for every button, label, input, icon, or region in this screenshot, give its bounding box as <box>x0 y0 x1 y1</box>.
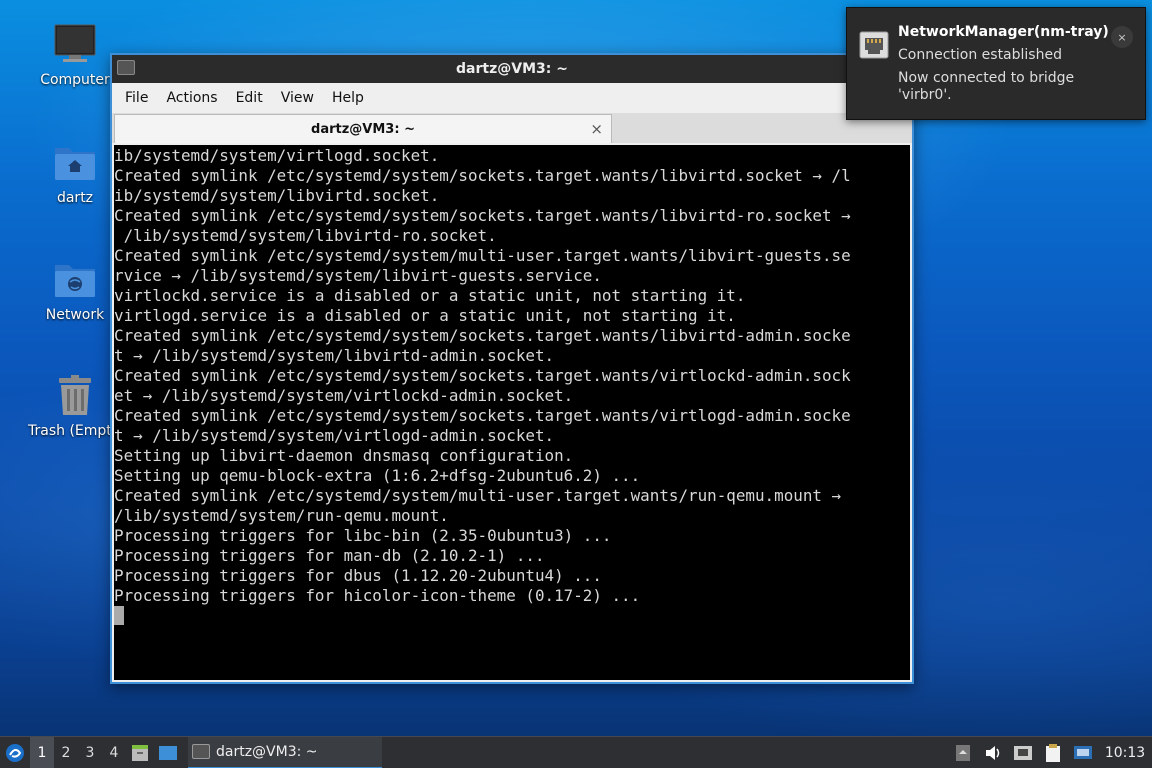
menu-bar: File Actions Edit View Help <box>112 83 912 113</box>
notification-body: Now connected to bridge 'virbr0'. <box>898 70 1075 103</box>
taskbar: 1 2 3 4 dartz@VM3: ~ 10:13 <box>0 736 1152 768</box>
notification-close-button[interactable]: × <box>1111 26 1133 48</box>
tray-expand-icon[interactable] <box>948 737 978 768</box>
terminal-prompt-line[interactable] <box>114 606 910 626</box>
terminal-window[interactable]: dartz@VM3: ~ File Actions Edit View Help… <box>110 53 914 684</box>
desktop-icon <box>159 745 177 760</box>
system-tray: 10:13 <box>948 737 1152 768</box>
terminal-cursor <box>114 606 124 625</box>
terminal-line: Created symlink /etc/systemd/system/mult… <box>114 486 842 505</box>
workspace-1[interactable]: 1 <box>30 736 54 768</box>
terminal-line: et → /lib/systemd/system/virtlockd-admin… <box>114 386 574 405</box>
tab-label: dartz@VM3: ~ <box>311 121 415 137</box>
terminal-line: /lib/systemd/system/libvirtd-ro.socket. <box>114 226 497 245</box>
terminal-line: Created symlink /etc/systemd/system/mult… <box>114 246 851 265</box>
terminal-line: t → /lib/systemd/system/virtlogd-admin.s… <box>114 426 555 445</box>
updates-notifier-icon[interactable] <box>1068 737 1098 768</box>
terminal-line: virtlogd.service is a disabled or a stat… <box>114 306 736 325</box>
terminal-line: Created symlink /etc/systemd/system/sock… <box>114 166 851 185</box>
menu-actions[interactable]: Actions <box>157 90 226 106</box>
terminal-line: Created symlink /etc/systemd/system/sock… <box>114 366 851 385</box>
workspace-4[interactable]: 4 <box>102 737 126 768</box>
tab-close-icon[interactable]: × <box>590 120 603 138</box>
clock[interactable]: 10:13 <box>1098 745 1152 761</box>
terminal-line: Processing triggers for man-db (2.10.2-1… <box>114 546 545 565</box>
window-titlebar[interactable]: dartz@VM3: ~ <box>112 55 912 83</box>
computer-monitor-icon <box>53 22 97 66</box>
terminal-output[interactable]: ib/systemd/system/virtlogd.socket. Create… <box>114 145 910 680</box>
terminal-line: ib/systemd/system/virtlogd.socket. <box>114 146 440 165</box>
workspace-2[interactable]: 2 <box>54 737 78 768</box>
network-wired-icon <box>859 30 889 62</box>
tab-bar: dartz@VM3: ~ × <box>112 113 912 143</box>
terminal-app-icon <box>117 60 135 75</box>
notification-summary: Connection established <box>898 47 1062 63</box>
workspace-3[interactable]: 3 <box>78 737 102 768</box>
terminal-line: ib/systemd/system/libvirtd.socket. <box>114 186 440 205</box>
volume-icon[interactable] <box>978 737 1008 768</box>
taskbar-task-terminal[interactable]: dartz@VM3: ~ <box>188 736 382 768</box>
clipboard-icon[interactable] <box>1038 737 1068 768</box>
show-desktop-button[interactable] <box>154 737 182 768</box>
terminal-app-icon <box>192 744 210 759</box>
terminal-line: Processing triggers for dbus (1.12.20-2u… <box>114 566 602 585</box>
terminal-line: Processing triggers for libc-bin (2.35-0… <box>114 526 612 545</box>
file-cabinet-icon <box>132 744 148 761</box>
terminal-line: Created symlink /etc/systemd/system/sock… <box>114 406 851 425</box>
lubuntu-logo-icon <box>6 743 24 762</box>
terminal-tab[interactable]: dartz@VM3: ~ × <box>114 114 612 143</box>
start-menu-button[interactable] <box>0 737 30 768</box>
notification-popup[interactable]: NetworkManager(nm-tray) Connection estab… <box>846 7 1146 120</box>
terminal-line: Processing triggers for hicolor-icon-the… <box>114 586 641 605</box>
task-label: dartz@VM3: ~ <box>216 743 318 760</box>
menu-edit[interactable]: Edit <box>227 90 272 106</box>
notification-app-name: NetworkManager(nm-tray) <box>898 24 1109 40</box>
menu-help[interactable]: Help <box>323 90 373 106</box>
menu-file[interactable]: File <box>116 90 157 106</box>
terminal-line: rvice → /lib/systemd/system/libvirt-gues… <box>114 266 602 285</box>
home-folder-icon <box>53 140 97 184</box>
terminal-line: t → /lib/systemd/system/libvirtd-admin.s… <box>114 346 555 365</box>
file-manager-launcher[interactable] <box>126 737 154 768</box>
network-wired-icon[interactable] <box>1008 737 1038 768</box>
terminal-line: Created symlink /etc/systemd/system/sock… <box>114 326 851 345</box>
trash-icon <box>53 373 97 417</box>
terminal-line: virtlockd.service is a disabled or a sta… <box>114 286 746 305</box>
menu-view[interactable]: View <box>272 90 323 106</box>
terminal-line: /lib/systemd/system/run-qemu.mount. <box>114 506 449 525</box>
terminal-line: Setting up libvirt-daemon dnsmasq config… <box>114 446 574 465</box>
network-folder-icon <box>53 257 97 301</box>
window-title: dartz@VM3: ~ <box>456 61 568 77</box>
terminal-line: Created symlink /etc/systemd/system/sock… <box>114 206 851 225</box>
terminal-line: Setting up qemu-block-extra (1:6.2+dfsg-… <box>114 466 641 485</box>
